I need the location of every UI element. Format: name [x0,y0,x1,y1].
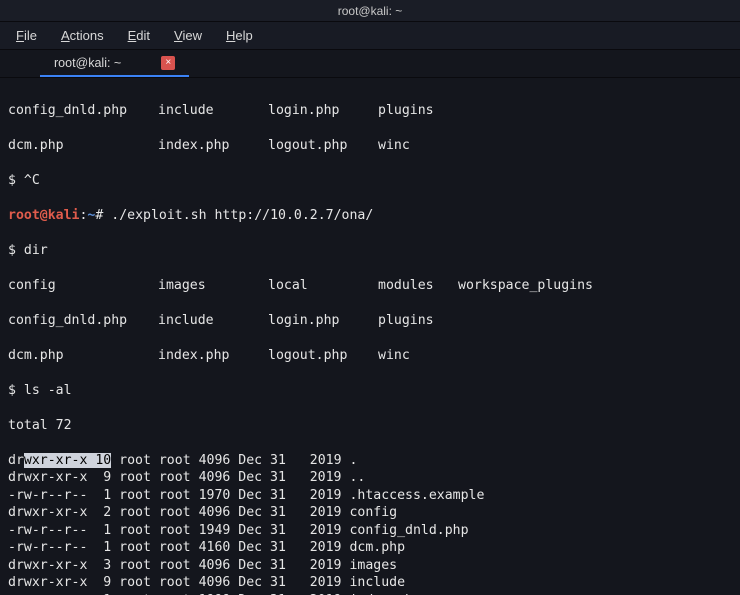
output-line: configimageslocalmodulesworkspace_plugin… [8,277,732,295]
menu-edit[interactable]: Edit [118,24,160,47]
tab-label: root@kali: ~ [54,56,121,70]
output-line: config_dnld.phpincludelogin.phpplugins [8,102,732,120]
prompt-line: root@kali:~# ./exploit.sh http://10.0.2.… [8,207,732,225]
prompt-line: $ ls -al [8,382,732,400]
tab-terminal[interactable]: root@kali: ~ × [40,51,189,77]
window-titlebar: root@kali: ~ [0,0,740,22]
ls-row: -rw-r--r-- 1 root root 1970 Dec 31 2019 … [8,487,732,505]
output-line: dcm.phpindex.phplogout.phpwinc [8,347,732,365]
menu-actions[interactable]: Actions [51,24,114,47]
menu-file[interactable]: File [6,24,47,47]
ls-row: drwxr-xr-x 3 root root 4096 Dec 31 2019 … [8,557,732,575]
ls-row: -rw-r--r-- 1 root root 1949 Dec 31 2019 … [8,522,732,540]
tabbar: root@kali: ~ × [0,50,740,78]
prompt-line: $ ^C [8,172,732,190]
output-line: total 72 [8,417,732,435]
ls-row: drwxr-xr-x 2 root root 4096 Dec 31 2019 … [8,504,732,522]
ls-row: drwxr-xr-x 9 root root 4096 Dec 31 2019 … [8,574,732,592]
ls-row: -rw-r--r-- 1 root root 4160 Dec 31 2019 … [8,539,732,557]
ls-row: drwxr-xr-x 9 root root 4096 Dec 31 2019 … [8,469,732,487]
ls-row: drwxr-xr-x 10 root root 4096 Dec 31 2019… [8,452,732,470]
window-title: root@kali: ~ [338,4,403,18]
terminal-output[interactable]: config_dnld.phpincludelogin.phpplugins d… [0,78,740,595]
menu-view[interactable]: View [164,24,212,47]
output-line: config_dnld.phpincludelogin.phpplugins [8,312,732,330]
output-line: dcm.phpindex.phplogout.phpwinc [8,137,732,155]
menu-help[interactable]: Help [216,24,263,47]
close-icon[interactable]: × [161,56,175,70]
ls-row: -rw-r--r-- 1 root root 1999 Dec 31 2019 … [8,592,732,595]
menubar: File Actions Edit View Help [0,22,740,50]
prompt-line: $ dir [8,242,732,260]
text-selection: wxr-xr-x 10 [24,453,111,468]
